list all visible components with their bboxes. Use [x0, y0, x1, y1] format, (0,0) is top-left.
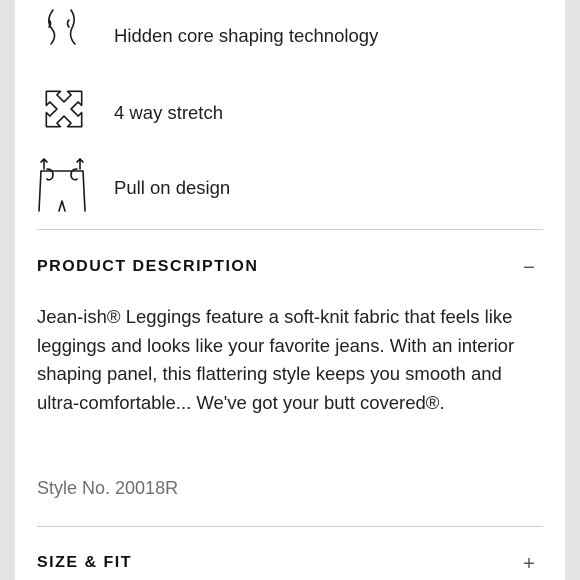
section-title: PRODUCT DESCRIPTION	[37, 258, 259, 275]
expand-plus-icon[interactable]: +	[519, 550, 539, 578]
feature-item-stretch: 4 way stretch	[15, 82, 565, 142]
divider	[37, 526, 543, 527]
feature-item-pull-on: Pull on design	[15, 155, 565, 215]
style-number: Style No. 20018R	[37, 478, 179, 498]
product-details-panel: Hidden core shaping technology 4 way str…	[15, 0, 565, 580]
product-description-text: Jean-ish® Leggings feature a soft-knit f…	[37, 306, 515, 413]
shaping-curves-icon	[35, 6, 93, 66]
feature-label: Hidden core shaping technology	[114, 25, 379, 46]
product-description-header[interactable]: PRODUCT DESCRIPTION −	[37, 248, 543, 288]
pull-on-pants-icon	[35, 155, 93, 215]
feature-item-shaping: Hidden core shaping technology	[15, 6, 565, 66]
collapse-minus-icon[interactable]: −	[519, 254, 539, 282]
feature-label: 4 way stretch	[114, 102, 223, 123]
feature-label: Pull on design	[114, 177, 231, 198]
divider	[37, 229, 543, 230]
four-way-arrows-icon	[35, 82, 93, 142]
section-title: SIZE & FIT	[37, 554, 132, 571]
size-fit-header[interactable]: SIZE & FIT +	[37, 544, 543, 580]
